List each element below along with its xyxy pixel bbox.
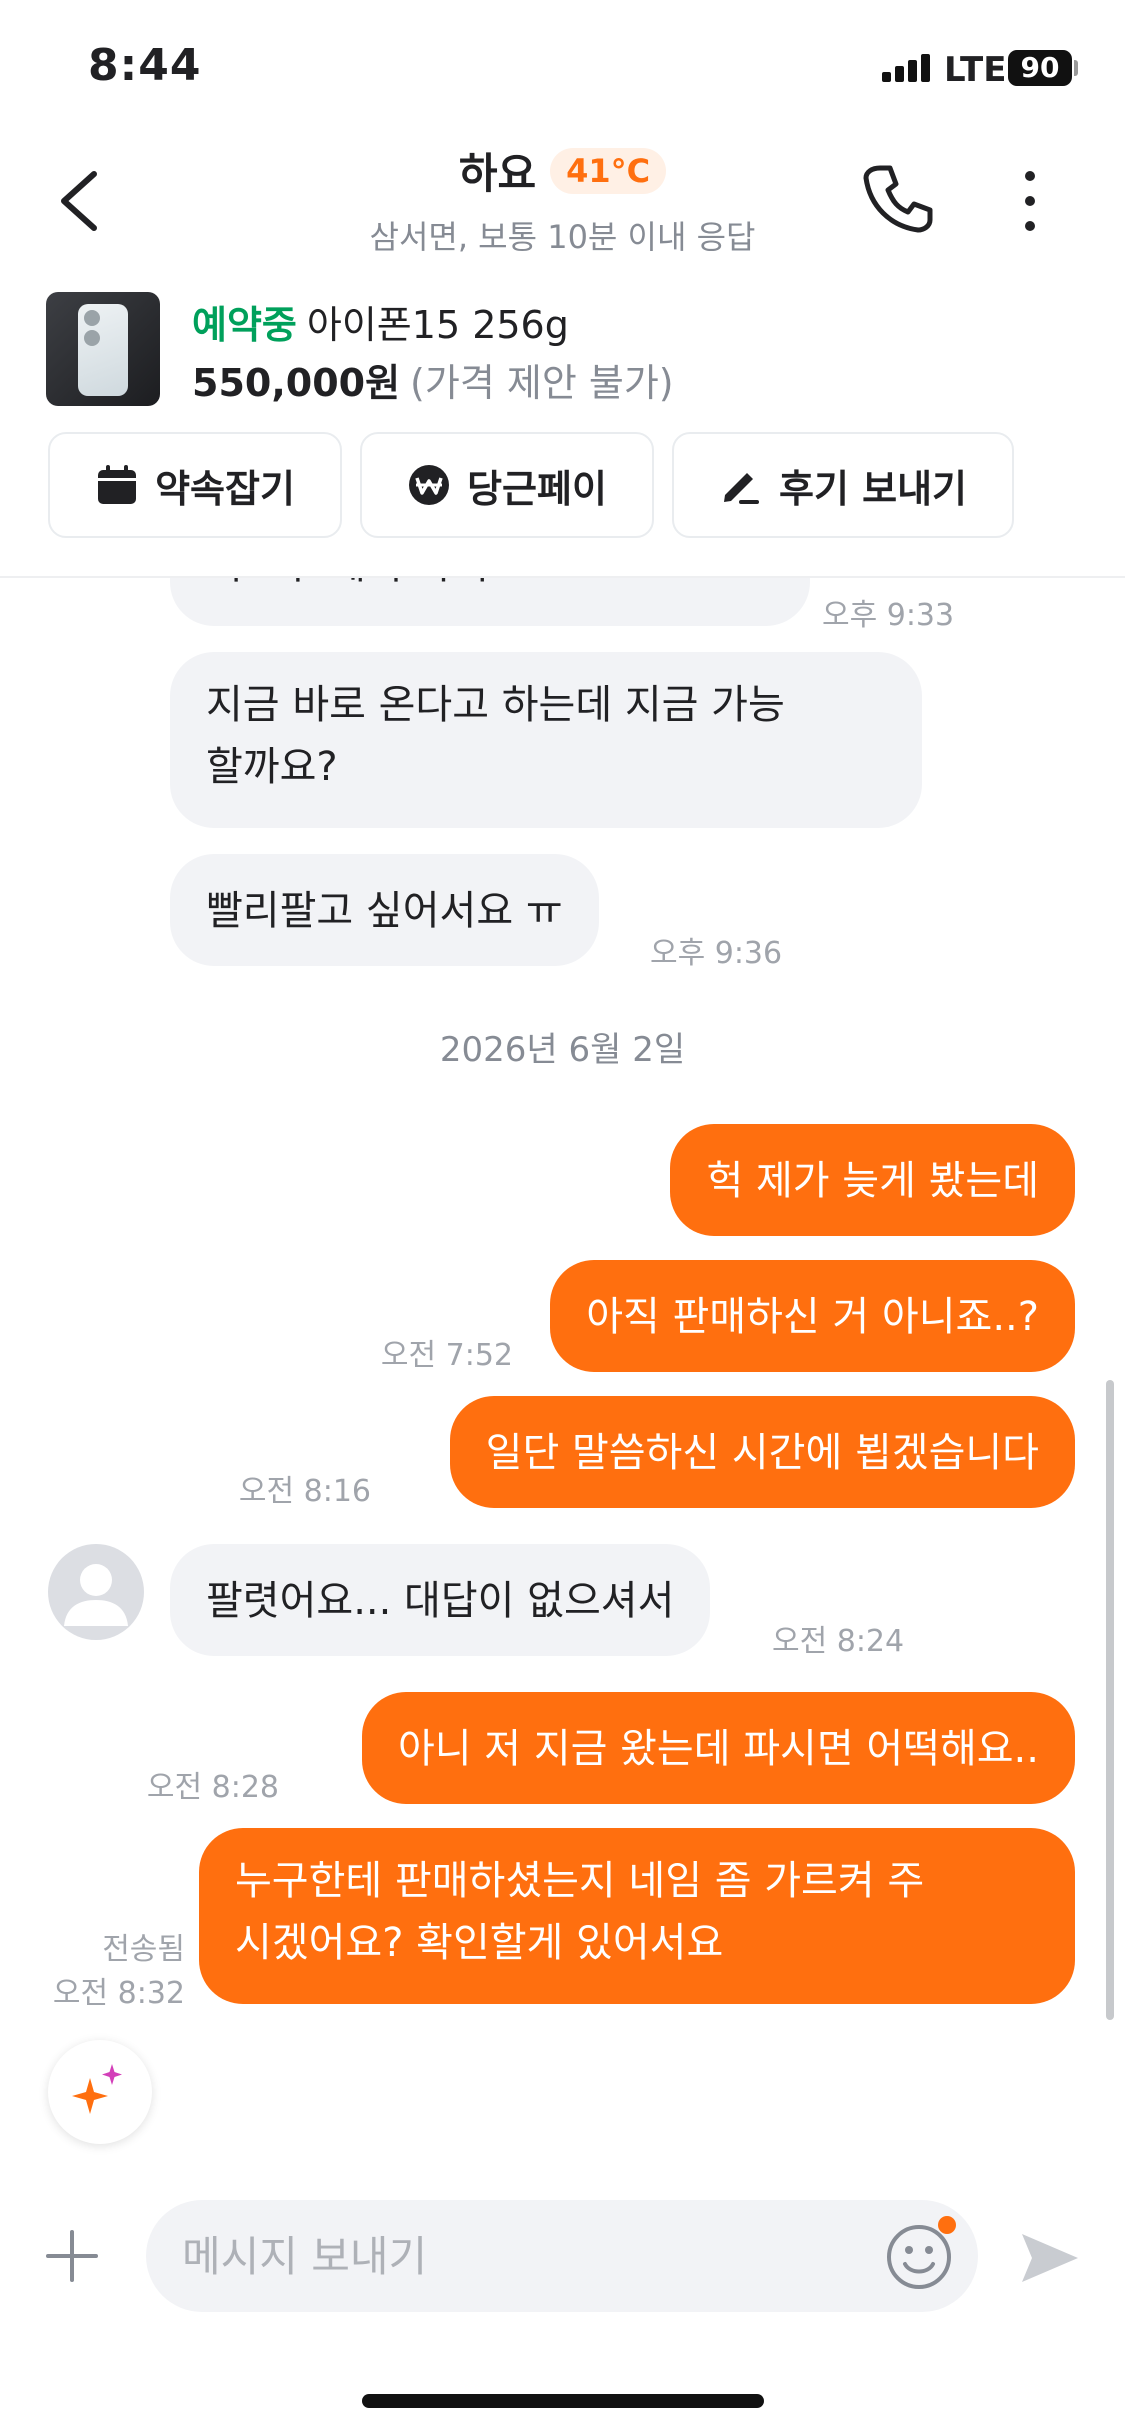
schedule-button[interactable]: 약속잡기	[48, 432, 342, 538]
battery-icon: 90	[1008, 50, 1072, 86]
sparkle-icon	[72, 2064, 122, 2114]
message-time: 오후 9:36	[650, 936, 783, 971]
karrot-pay-label: 당근페이	[467, 466, 607, 511]
schedule-button-label: 약속잡기	[155, 466, 295, 511]
won-icon	[409, 465, 450, 505]
status-bar: 8:44 LTE 90	[0, 0, 1125, 130]
message-time: 오전 8:28	[146, 1770, 279, 1805]
send-review-button[interactable]: 후기 보내기	[672, 432, 1014, 538]
product-name: 아이폰15 256g	[306, 303, 569, 347]
message-time: 오전 8:24	[772, 1624, 905, 1659]
message-time: 오전 8:32	[52, 1976, 185, 2011]
karrot-pay-button[interactable]: 당근페이	[360, 432, 654, 538]
partner-subtitle: 삼서면, 보통 10분 이내 응답	[369, 218, 756, 256]
message-bubble-outgoing[interactable]: 아니 저 지금 왔는데 파시면 어떡해요..	[361, 1692, 1075, 1804]
battery-cap	[1074, 60, 1078, 76]
status-time: 8:44	[88, 40, 202, 91]
product-summary[interactable]: 예약중 아이폰15 256g 550,000원 (가격 제안 불가)	[46, 290, 1076, 410]
message-time: 오후 9:33	[822, 598, 955, 633]
calendar-icon	[98, 465, 137, 504]
ai-assist-button[interactable]	[48, 2040, 152, 2144]
chat-list[interactable]: 어보구 계서 타기... 오후 9:33 지금 바로 온다고 하는데 지금 가능…	[0, 578, 1125, 2158]
send-review-label: 후기 보내기	[778, 466, 968, 511]
message-bubble-incoming[interactable]: 빨리팔고 싶어서요 ㅠ	[170, 854, 599, 966]
message-sent-status: 전송됨	[102, 1932, 185, 1967]
product-thumbnail	[46, 292, 160, 406]
pencil-icon	[723, 473, 759, 504]
phone-icon[interactable]	[860, 160, 936, 236]
message-input-bar	[0, 2196, 1125, 2318]
message-bubble-outgoing[interactable]: 헉 제가 늦게 봤는데	[670, 1124, 1075, 1236]
manner-temperature-badge: 41°C	[550, 147, 667, 194]
user-silhouette-icon	[64, 1564, 128, 1626]
message-bubble-incoming[interactable]: 어보구 계서 타기...	[170, 578, 810, 626]
message-input[interactable]	[146, 2200, 978, 2312]
message-bubble-outgoing[interactable]: 일단 말씀하신 시간에 뵙겠습니다	[449, 1396, 1075, 1508]
signal-icon	[882, 54, 934, 82]
date-separator: 2026년 6월 2일	[439, 1030, 686, 1070]
chat-scrollbar[interactable]	[1106, 1380, 1114, 2020]
reservation-status: 예약중	[192, 303, 297, 347]
send-icon[interactable]	[1018, 2226, 1082, 2290]
message-time: 오전 8:16	[238, 1474, 371, 1509]
message-bubble-incoming[interactable]: 팔렷어요... 대답이 없으셔서	[170, 1544, 711, 1656]
product-price: 550,000원	[192, 361, 401, 405]
message-bubble-outgoing[interactable]: 아직 판매하신 거 아니죠..?	[550, 1260, 1075, 1372]
chat-header: 하요 41°C 삼서면, 보통 10분 이내 응답	[0, 130, 1125, 270]
chat-partner-name[interactable]: 하요	[459, 140, 536, 201]
more-options-icon[interactable]	[1012, 168, 1048, 234]
message-time: 오전 7:52	[380, 1338, 513, 1373]
partner-avatar[interactable]	[48, 1544, 144, 1640]
home-indicator	[362, 2394, 764, 2408]
emoji-badge-dot	[938, 2216, 956, 2234]
message-bubble-incoming[interactable]: 지금 바로 온다고 하는데 지금 가능 할까요?	[170, 652, 922, 828]
network-label: LTE	[944, 50, 1007, 90]
price-note: (가격 제안 불가)	[410, 361, 674, 405]
plus-icon[interactable]	[44, 2228, 100, 2284]
message-bubble-outgoing[interactable]: 누구한테 판매하셨는지 네임 좀 가르켜 주 시겠어요? 확인할게 있어서요	[199, 1828, 1075, 2004]
